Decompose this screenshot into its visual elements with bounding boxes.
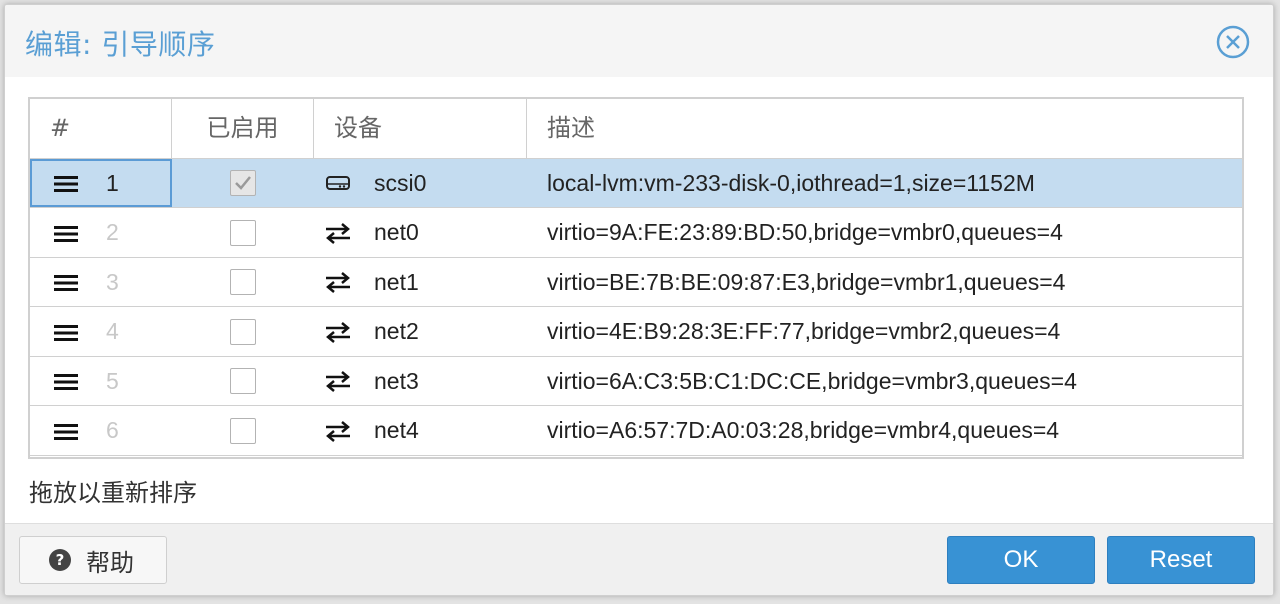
- order-cell: 1: [30, 159, 172, 207]
- device-name: net1: [374, 268, 419, 295]
- order-number: 4: [106, 318, 119, 344]
- device-name: net4: [374, 417, 419, 443]
- order-number: 6: [106, 417, 119, 443]
- enabled-cell: [172, 308, 314, 356]
- description-cell: virtio=BE:7B:BE:09:87:E3,bridge=vmbr1,qu…: [547, 268, 1066, 295]
- dialog-body: # 已启用 设备 描述 1 scsi0 local-lvm:vm-233-disk-…: [5, 77, 1273, 523]
- device-cell: net0: [314, 209, 527, 257]
- order-cell: 4: [30, 308, 172, 356]
- table-row[interactable]: 4 net2 virtio=4E:B9:28:3E:FF:77,bridge=vmb…: [30, 308, 1242, 357]
- table-row[interactable]: 5 net3 virtio=6A:C3:5B:C1:DC:CE,bridge=vmb…: [30, 357, 1242, 406]
- order-number: 1: [106, 169, 119, 196]
- dialog-title: 编辑: 引导顺序: [25, 28, 216, 61]
- enabled-cell: [172, 407, 314, 455]
- drag-handle-icon[interactable]: [54, 272, 78, 292]
- description-cell: virtio=4E:B9:28:3E:FF:77,bridge=vmbr2,qu…: [547, 318, 1061, 344]
- boot-order-grid: # 已启用 设备 描述 1 scsi0 local-lvm:vm-233-disk-…: [28, 97, 1244, 459]
- device-cell: scsi0: [314, 159, 527, 207]
- enabled-cell: [172, 159, 314, 207]
- device-name: scsi0: [374, 169, 427, 196]
- network-icon: [324, 221, 352, 245]
- drag-hint-text: 拖放以重新排序: [29, 479, 197, 507]
- table-row[interactable]: 1 scsi0 local-lvm:vm-233-disk-0,iothread=1…: [30, 159, 1242, 208]
- description-cell: virtio=9A:FE:23:89:BD:50,bridge=vmbr0,qu…: [547, 219, 1063, 245]
- device-cell: net3: [314, 357, 527, 405]
- order-cell: 2: [30, 209, 172, 257]
- drag-handle-icon[interactable]: [54, 173, 78, 193]
- enabled-checkbox[interactable]: [230, 269, 256, 295]
- order-number: 3: [106, 268, 119, 295]
- help-label: 帮助: [86, 548, 134, 577]
- order-number: 5: [106, 367, 119, 394]
- table-row[interactable]: 6 net4 virtio=A6:57:7D:A0:03:28,bridge=vmb…: [30, 407, 1242, 456]
- device-cell: net1: [314, 258, 527, 306]
- description-cell: virtio=6A:C3:5B:C1:DC:CE,bridge=vmbr3,qu…: [547, 367, 1077, 394]
- column-header-order[interactable]: #: [30, 99, 172, 159]
- enabled-checkbox[interactable]: [230, 219, 256, 246]
- dialog-titlebar: 编辑: 引导顺序: [5, 5, 1273, 77]
- network-icon: [324, 320, 352, 344]
- order-number: 2: [106, 219, 119, 245]
- enabled-cell: [172, 357, 314, 405]
- order-cell: 6: [30, 407, 172, 455]
- device-name: net0: [374, 219, 419, 245]
- column-header-enabled[interactable]: 已启用: [172, 99, 314, 159]
- network-icon: [324, 369, 352, 393]
- drag-handle-icon[interactable]: [54, 322, 78, 342]
- order-cell: 3: [30, 258, 172, 306]
- enabled-checkbox[interactable]: [230, 368, 256, 394]
- help-button[interactable]: ? 帮助: [19, 536, 167, 584]
- description-cell: virtio=A6:57:7D:A0:03:28,bridge=vmbr4,qu…: [547, 417, 1060, 443]
- device-cell: net2: [314, 308, 527, 356]
- close-icon[interactable]: [1216, 25, 1250, 59]
- enabled-cell: [172, 209, 314, 257]
- svg-text:?: ?: [56, 551, 65, 569]
- description-cell: local-lvm:vm-233-disk-0,iothread=1,size=…: [547, 169, 1035, 196]
- grid-header: # 已启用 设备 描述: [30, 99, 1242, 159]
- question-icon: ?: [48, 548, 72, 572]
- column-header-description[interactable]: 描述: [527, 99, 1242, 159]
- enabled-cell: [172, 258, 314, 306]
- device-name: net3: [374, 367, 419, 394]
- drag-handle-icon[interactable]: [54, 421, 78, 441]
- enabled-checkbox[interactable]: [230, 318, 256, 345]
- ok-button[interactable]: OK: [947, 536, 1095, 584]
- enabled-checkbox[interactable]: [230, 170, 256, 196]
- enabled-checkbox[interactable]: [230, 417, 256, 444]
- network-icon: [324, 270, 352, 294]
- reset-button[interactable]: Reset: [1107, 536, 1255, 584]
- drag-handle-icon[interactable]: [54, 371, 78, 391]
- drag-handle-icon[interactable]: [54, 223, 78, 243]
- device-cell: net4: [314, 407, 527, 455]
- order-cell: 5: [30, 357, 172, 405]
- table-row[interactable]: 3 net1 virtio=BE:7B:BE:09:87:E3,bridge=vmb…: [30, 258, 1242, 307]
- table-row[interactable]: 2 net0 virtio=9A:FE:23:89:BD:50,bridge=vmb…: [30, 209, 1242, 258]
- device-name: net2: [374, 318, 419, 344]
- network-icon: [324, 419, 352, 443]
- column-header-device[interactable]: 设备: [314, 99, 527, 159]
- dialog-footer: ? 帮助 OK Reset: [5, 523, 1273, 595]
- boot-order-dialog: 编辑: 引导顺序 # 已启用 设备 描述 1 scsi0 local-lvm:vm-…: [4, 4, 1274, 596]
- hard-disk-icon: [324, 171, 352, 195]
